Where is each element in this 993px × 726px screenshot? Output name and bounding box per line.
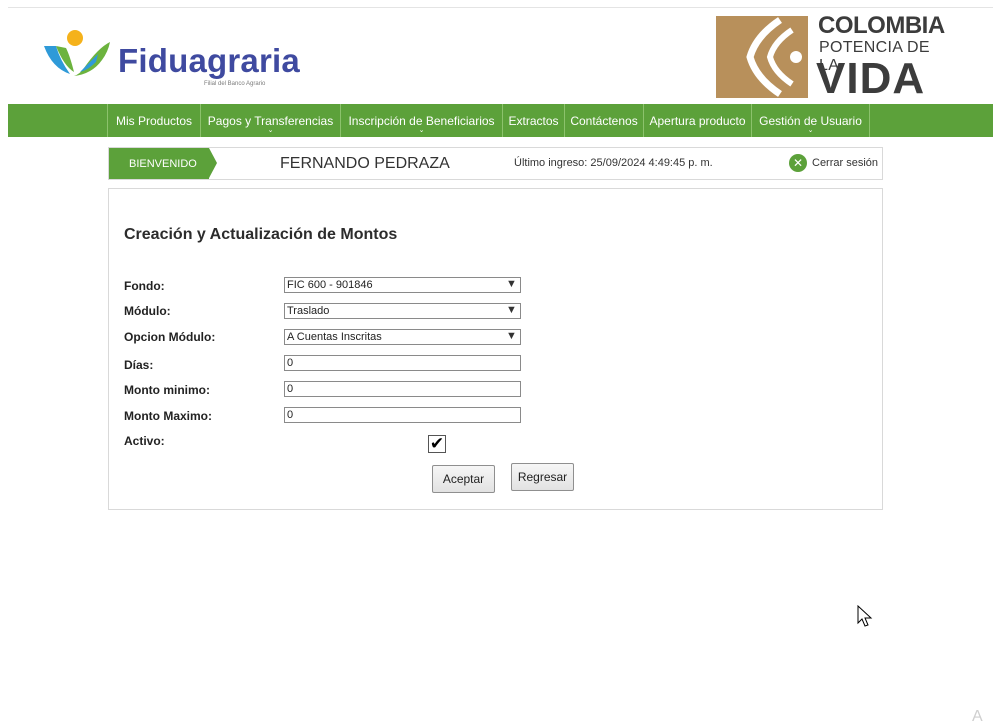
logout-button[interactable]: ✕ Cerrar sesión bbox=[789, 154, 878, 172]
dias-label: Días: bbox=[124, 358, 154, 372]
nav-contactenos[interactable]: Contáctenos bbox=[565, 104, 644, 137]
nav-apertura-producto[interactable]: Apertura producto bbox=[644, 104, 752, 137]
nav-label: Mis Productos bbox=[115, 113, 193, 128]
page-title: Creación y Actualización de Montos bbox=[124, 226, 398, 243]
last-login: Último ingreso: 25/09/2024 4:49:45 p. m. bbox=[514, 157, 713, 169]
colombia-potencia-logo: COLOMBIA POTENCIA DE LA VIDA bbox=[716, 12, 951, 103]
dias-input[interactable] bbox=[284, 355, 521, 371]
chevron-down-icon: ⌄ bbox=[267, 127, 274, 134]
chevron-down-icon: ⌄ bbox=[418, 127, 425, 134]
gov-line-1: COLOMBIA bbox=[818, 12, 945, 39]
mouse-cursor-icon bbox=[857, 605, 873, 627]
logout-label: Cerrar sesión bbox=[812, 157, 879, 169]
monto-maximo-label: Monto Maximo: bbox=[124, 409, 212, 423]
nav-label: Pagos y Transferencias bbox=[207, 113, 334, 128]
nav-label: Gestión de Usuario bbox=[759, 113, 862, 128]
fiduagraria-logo-icon bbox=[44, 30, 110, 76]
monto-minimo-input[interactable] bbox=[284, 381, 521, 397]
fiduagraria-logo: Fiduagraria Filial del Banco Agrario bbox=[40, 26, 300, 96]
top-divider bbox=[8, 7, 993, 8]
close-icon: ✕ bbox=[789, 154, 807, 172]
nav-extractos[interactable]: Extractos bbox=[503, 104, 565, 137]
brand-name: Fiduagraria bbox=[118, 42, 300, 79]
welcome-badge: BIENVENIDO bbox=[109, 148, 217, 179]
gov-line-3: VIDA bbox=[816, 54, 926, 103]
activo-label: Activo: bbox=[124, 434, 165, 448]
corner-mark-icon: A bbox=[972, 708, 983, 725]
welcome-bar: BIENVENIDO FERNANDO PEDRAZA Último ingre… bbox=[108, 147, 883, 180]
opcion-modulo-select[interactable]: A Cuentas Inscritas bbox=[284, 329, 521, 345]
main-nav: Mis Productos Pagos y Transferencias ⌄ I… bbox=[8, 104, 993, 137]
back-button[interactable]: Regresar bbox=[511, 463, 574, 491]
nav-pagos-transferencias[interactable]: Pagos y Transferencias ⌄ bbox=[201, 104, 341, 137]
nav-label: Contáctenos bbox=[570, 113, 638, 128]
brand-subtitle: Filial del Banco Agrario bbox=[204, 81, 266, 87]
main-nav-items: Mis Productos Pagos y Transferencias ⌄ I… bbox=[107, 104, 870, 137]
opcion-modulo-label: Opcion Módulo: bbox=[124, 330, 216, 344]
nav-gestion-usuario[interactable]: Gestión de Usuario ⌄ bbox=[752, 104, 870, 137]
monto-minimo-label: Monto minimo: bbox=[124, 383, 210, 397]
accept-button[interactable]: Aceptar bbox=[432, 465, 495, 493]
gov-emblem-icon bbox=[746, 17, 802, 97]
fondo-label: Fondo: bbox=[124, 279, 165, 293]
modulo-label: Módulo: bbox=[124, 304, 171, 318]
nav-label: Extractos bbox=[508, 113, 559, 128]
amounts-form-panel: Creación y Actualización de Montos Fondo… bbox=[108, 188, 883, 510]
monto-maximo-input[interactable] bbox=[284, 407, 521, 423]
nav-inscripcion-beneficiarios[interactable]: Inscripción de Beneficiarios ⌄ bbox=[341, 104, 503, 137]
nav-label: Apertura producto bbox=[649, 113, 746, 128]
modulo-select[interactable]: Traslado bbox=[284, 303, 521, 319]
nav-mis-productos[interactable]: Mis Productos bbox=[108, 104, 201, 137]
nav-label: Inscripción de Beneficiarios bbox=[348, 113, 495, 128]
fondo-select[interactable]: FIC 600 - 901846 bbox=[284, 277, 521, 293]
user-name: FERNANDO PEDRAZA bbox=[280, 155, 450, 172]
activo-checkbox[interactable]: ✔ bbox=[428, 434, 446, 453]
gov-emblem bbox=[716, 16, 808, 98]
check-icon: ✔ bbox=[429, 434, 445, 453]
chevron-down-icon: ⌄ bbox=[807, 127, 814, 134]
